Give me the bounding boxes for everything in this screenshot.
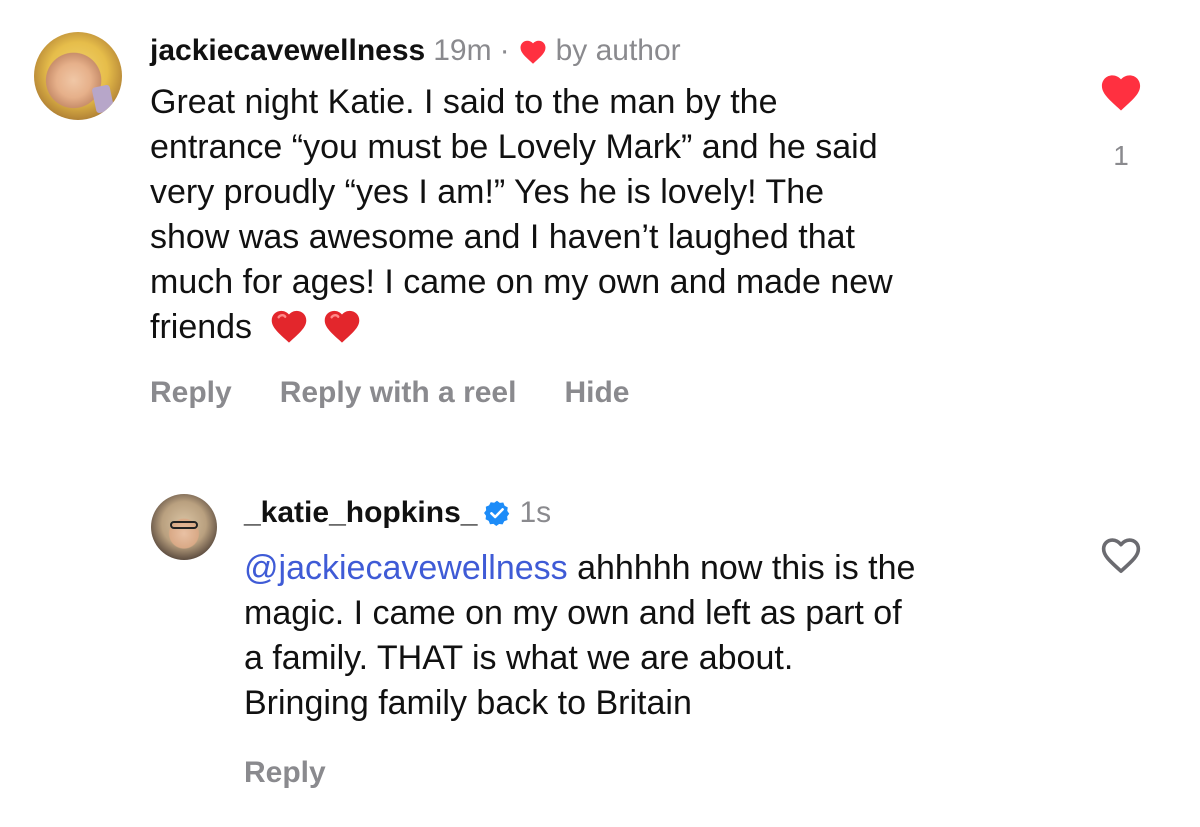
like-column: 1 [1098,70,1144,172]
comment-text: @jackiecavewellness ahhhhh now this is t… [244,546,915,726]
heart-filled-icon [520,40,546,64]
comment-actions: Reply [244,756,915,790]
comment-header: jackiecavewellness 19m · by author [150,32,893,70]
red-heart-emoji [324,310,360,343]
timestamp: 1s [519,496,552,529]
avatar-glasses [170,521,198,529]
avatar[interactable] [151,494,217,560]
reply-button[interactable]: Reply [150,376,232,410]
comment-line: Bringing family back to Britain [244,684,692,722]
verified-badge-icon [484,500,510,526]
username[interactable]: _katie_hopkins_ [244,494,477,532]
comment-line: magic. I came on my own and left as part… [244,594,902,632]
avatar[interactable] [34,32,122,120]
red-heart-emoji [271,310,306,343]
comment-line: friends [150,308,253,346]
comment-line-text: ahhhhh now this is the [567,549,916,587]
reply-button[interactable]: Reply [244,756,326,790]
comment-line: much for ages! I came on my own and made… [150,263,893,301]
comment-line: entrance “you must be Lovely Mark” and h… [150,128,878,166]
heart-filled-icon[interactable] [1098,70,1144,112]
reply-katie-hopkins: _katie_hopkins_ 1s @jackiecavewellness a… [151,494,915,790]
like-column [1098,533,1144,575]
comment-line: very proudly “yes I am!” Yes he is lovel… [150,173,825,211]
reply-with-reel-button[interactable]: Reply with a reel [280,376,517,410]
hide-button[interactable]: Hide [564,376,629,410]
heart-outline-icon[interactable] [1098,533,1144,575]
comment-header: _katie_hopkins_ 1s [244,494,915,532]
username[interactable]: jackiecavewellness [150,32,425,70]
comment-line-last: friends [150,305,893,350]
comment-line: Great night Katie. I said to the man by … [150,83,778,121]
timestamp: 19m [433,34,492,67]
comment-line: a family. THAT is what we are about. [244,639,794,677]
like-count[interactable]: 1 [1113,140,1129,172]
mention-link[interactable]: @jackiecavewellness [244,549,568,587]
comment-line: @jackiecavewellness ahhhhh now this is t… [244,546,915,591]
liked-by-author-label: by author [555,34,681,67]
comment-jackiecavewellness: jackiecavewellness 19m · by author Great… [34,32,893,410]
comment-actions: Reply Reply with a reel Hide [150,376,893,410]
separator: · [499,34,510,67]
comment-text: Great night Katie. I said to the man by … [150,80,893,350]
comment-line: show was awesome and I haven’t laughed t… [150,218,856,256]
